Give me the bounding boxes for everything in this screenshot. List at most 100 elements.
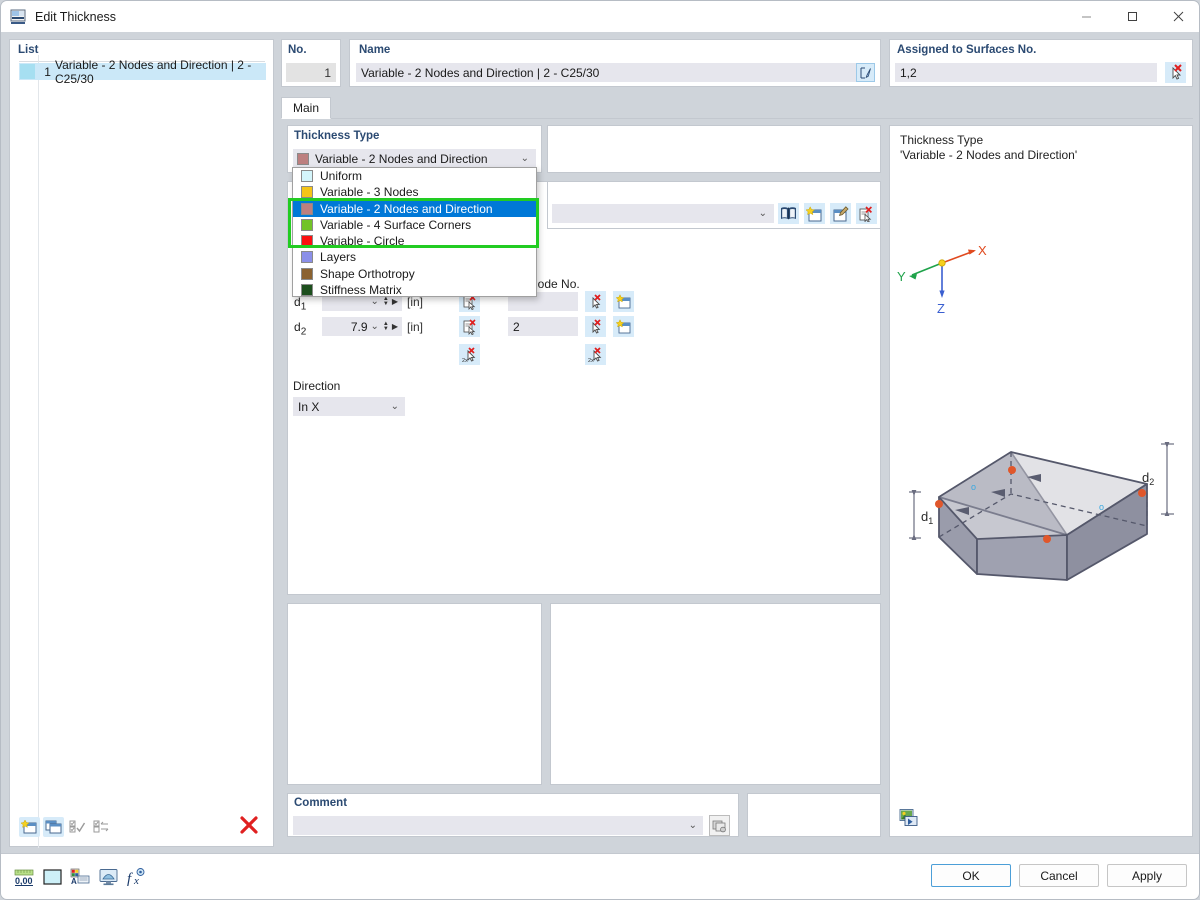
option-color-swatch: [301, 202, 313, 215]
upper-right-panel: [547, 125, 881, 173]
copy-thickness-button[interactable]: [43, 817, 64, 837]
dropdown-option-variable-3-nodes[interactable]: Variable - 3 Nodes: [293, 184, 536, 200]
material-combobox[interactable]: ⌄: [552, 204, 774, 223]
option-color-swatch: [301, 235, 313, 248]
pick-material-icon[interactable]: [856, 203, 877, 224]
function-icon[interactable]: f x: [125, 866, 147, 888]
direction-label: Direction: [293, 379, 341, 393]
d2-input[interactable]: 7.9 ⌄ ▲ ▼ ▶: [322, 317, 402, 336]
option-label: Stiffness Matrix: [320, 282, 402, 297]
close-button[interactable]: [1155, 1, 1199, 32]
d2-spinner[interactable]: ▲ ▼: [383, 321, 392, 332]
svg-text:Z: Z: [937, 301, 945, 316]
d1-spinner[interactable]: ▲ ▼: [383, 296, 392, 307]
d2-node-field[interactable]: 2: [508, 317, 578, 336]
chevron-down-icon: ⌄: [688, 820, 697, 831]
tab-main[interactable]: Main: [281, 97, 331, 119]
edit-pencil-icon[interactable]: [856, 63, 875, 82]
list-panel: 1 Variable - 2 Nodes and Direction | 2 -…: [9, 39, 274, 848]
d2-node-pick-button[interactable]: [585, 316, 606, 337]
option-label: Shape Orthotropy: [320, 266, 415, 281]
thickness-type-combobox[interactable]: Variable - 2 Nodes and Direction ⌄: [293, 149, 536, 168]
graphic-icon[interactable]: [97, 866, 119, 888]
chevron-down-icon: ⌄: [370, 321, 379, 332]
color-swatch-icon[interactable]: [41, 866, 63, 888]
assigned-surfaces-field[interactable]: 1,2: [895, 63, 1157, 82]
dropdown-option-stiffness-matrix[interactable]: Stiffness Matrix: [293, 282, 536, 298]
svg-text:A: A: [71, 877, 77, 886]
number-format-icon[interactable]: 0,00: [13, 866, 35, 888]
select-all-button[interactable]: [67, 817, 88, 837]
info-panel-title: Thickness Type: [900, 133, 984, 147]
lower-left-panel: [287, 603, 542, 785]
title-bar: Edit Thickness: [1, 1, 1199, 32]
d2-more-icon[interactable]: ▶: [392, 322, 402, 331]
d2-formula-button[interactable]: [459, 316, 480, 337]
list-column-separator: [38, 55, 39, 848]
dropdown-option-variable-2-nodes-and-direction[interactable]: Variable - 2 Nodes and Direction: [293, 200, 536, 217]
option-color-swatch: [301, 251, 313, 264]
pick-surface-icon[interactable]: [1165, 62, 1186, 83]
direction-value: In X: [298, 399, 320, 414]
picture-icon[interactable]: [898, 807, 919, 828]
display-props-icon[interactable]: A: [69, 866, 91, 888]
comment-extra-panel: [747, 793, 881, 837]
dropdown-option-variable-4-surface-corners[interactable]: Variable - 4 Surface Corners: [293, 217, 536, 233]
option-label: Layers: [320, 250, 357, 265]
d2-unit: [in]: [407, 320, 424, 334]
maximize-button[interactable]: [1109, 1, 1155, 32]
list-toolbar: [19, 814, 266, 840]
chevron-down-icon: ⌄: [520, 153, 529, 164]
comment-label: Comment: [294, 797, 348, 809]
info-panel: Thickness Type 'Variable - 2 Nodes and D…: [889, 125, 1193, 837]
d1-node-pick-button[interactable]: [585, 291, 606, 312]
chevron-down-icon: ⌄: [758, 208, 767, 219]
option-color-swatch: [301, 218, 313, 231]
option-label: Uniform: [320, 169, 363, 184]
d1-pick-two-button[interactable]: 2x: [459, 344, 480, 365]
delete-thickness-button[interactable]: [240, 816, 258, 838]
svg-text:d2: d2: [1142, 470, 1154, 487]
list-item-number: 1: [44, 64, 51, 79]
d2-value: 7.9: [350, 319, 368, 334]
d1-new-node-button[interactable]: [613, 291, 634, 312]
dropdown-option-shape-orthotropy[interactable]: Shape Orthotropy: [293, 266, 536, 282]
edit-material-icon[interactable]: [830, 203, 851, 224]
apply-button[interactable]: Apply: [1107, 864, 1187, 887]
bottom-bar: 0,00 A f x OK Cancel Apply: [1, 853, 1199, 899]
ok-button[interactable]: OK: [931, 864, 1011, 887]
bottom-toolbar: 0,00 A f x: [13, 866, 147, 888]
d2-new-node-button[interactable]: [613, 316, 634, 337]
thickness-app-icon: [10, 8, 27, 25]
svg-text:o: o: [1099, 502, 1104, 512]
list-item[interactable]: 1 Variable - 2 Nodes and Direction | 2 -…: [19, 58, 266, 86]
thickness-type-label: Thickness Type: [294, 130, 380, 142]
svg-text:2x: 2x: [588, 358, 594, 363]
dropdown-option-uniform[interactable]: Uniform: [293, 168, 536, 184]
new-thickness-button[interactable]: [19, 817, 40, 837]
option-label: Variable - 3 Nodes: [320, 185, 419, 200]
dropdown-option-layers[interactable]: Layers: [293, 249, 536, 265]
cancel-button[interactable]: Cancel: [1019, 864, 1099, 887]
option-color-swatch: [301, 170, 313, 183]
d2-pick-two-button[interactable]: 2x: [585, 344, 606, 365]
edit-thickness-dialog: Edit Thickness 1 Variable - 2 Nodes and …: [0, 0, 1200, 900]
new-material-icon[interactable]: [804, 203, 825, 224]
svg-text:0,00: 0,00: [15, 876, 33, 886]
comment-library-icon[interactable]: [709, 815, 730, 836]
direction-combobox[interactable]: In X ⌄: [293, 397, 405, 416]
axis-triad-icon: X Y Z: [897, 243, 987, 316]
minimize-button[interactable]: [1063, 1, 1109, 32]
d1-more-icon[interactable]: ▶: [392, 297, 402, 306]
thickness-type-dropdown-list[interactable]: Uniform Variable - 3 Nodes Variable - 2 …: [292, 167, 537, 297]
number-field[interactable]: 1: [286, 63, 336, 82]
svg-text:X: X: [978, 243, 987, 258]
invert-selection-button[interactable]: [91, 817, 112, 837]
thickness-type-color-swatch: [297, 152, 309, 165]
dropdown-option-variable-circle[interactable]: Variable - Circle: [293, 233, 536, 249]
name-field[interactable]: Variable - 2 Nodes and Direction | 2 - C…: [356, 63, 856, 82]
option-color-swatch: [301, 267, 313, 280]
comment-combobox[interactable]: ⌄: [293, 816, 703, 835]
name-label: Name: [359, 44, 391, 56]
book-icon[interactable]: [778, 203, 799, 224]
